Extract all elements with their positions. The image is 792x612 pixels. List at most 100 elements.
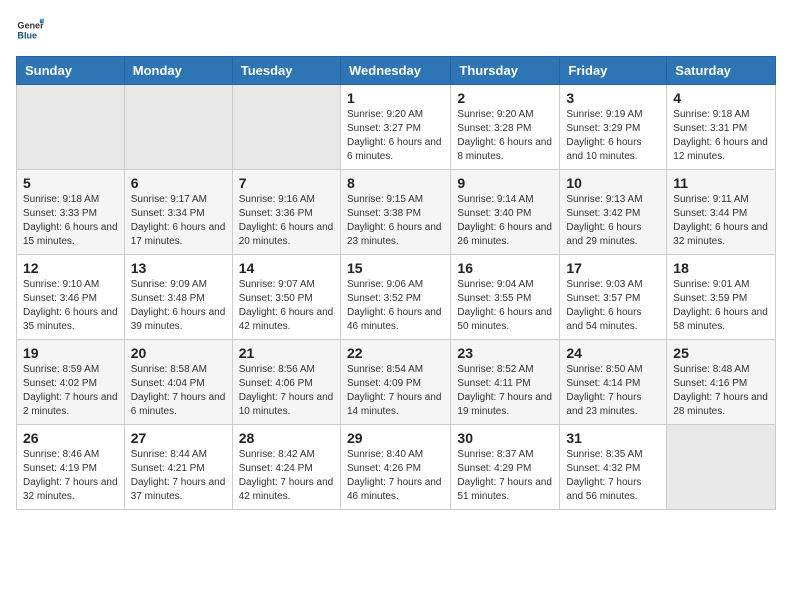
day-info: Sunrise: 9:10 AM Sunset: 3:46 PM Dayligh… — [23, 278, 118, 334]
day-info: Sunrise: 9:18 AM Sunset: 3:31 PM Dayligh… — [673, 108, 769, 164]
day-info: Sunrise: 9:06 AM Sunset: 3:52 PM Dayligh… — [347, 278, 444, 334]
day-info: Sunrise: 9:15 AM Sunset: 3:38 PM Dayligh… — [347, 193, 444, 249]
day-cell: 14 Sunrise: 9:07 AM Sunset: 3:50 PM Dayli… — [232, 255, 340, 340]
day-info: Sunrise: 8:37 AM Sunset: 4:29 PM Dayligh… — [457, 448, 553, 504]
day-info: Sunrise: 9:01 AM Sunset: 3:59 PM Dayligh… — [673, 278, 769, 334]
day-info: Sunrise: 9:11 AM Sunset: 3:44 PM Dayligh… — [673, 193, 769, 249]
day-number: 15 — [347, 260, 444, 276]
day-cell: 1 Sunrise: 9:20 AM Sunset: 3:27 PM Daylig… — [340, 85, 450, 170]
header-saturday: Saturday — [667, 57, 776, 85]
day-info: Sunrise: 9:18 AM Sunset: 3:33 PM Dayligh… — [23, 193, 118, 249]
day-cell: 22 Sunrise: 8:54 AM Sunset: 4:09 PM Dayli… — [340, 340, 450, 425]
day-cell: 10Sunrise: 9:13 AM Sunset: 3:42 PM Dayli… — [560, 170, 667, 255]
day-cell: 20 Sunrise: 8:58 AM Sunset: 4:04 PM Dayli… — [124, 340, 232, 425]
day-cell: 30 Sunrise: 8:37 AM Sunset: 4:29 PM Dayli… — [451, 425, 560, 510]
logo-icon: General Blue — [16, 16, 44, 44]
day-cell: 11Sunrise: 9:11 AM Sunset: 3:44 PM Dayli… — [667, 170, 776, 255]
day-number: 22 — [347, 345, 444, 361]
header-wednesday: Wednesday — [340, 57, 450, 85]
day-cell: 7 Sunrise: 9:16 AM Sunset: 3:36 PM Daylig… — [232, 170, 340, 255]
day-number: 5 — [23, 175, 118, 191]
header-monday: Monday — [124, 57, 232, 85]
day-number: 23 — [457, 345, 553, 361]
day-cell: 18 Sunrise: 9:01 AM Sunset: 3:59 PM Dayli… — [667, 255, 776, 340]
day-number: 25 — [673, 345, 769, 361]
day-info: Sunrise: 9:20 AM Sunset: 3:28 PM Dayligh… — [457, 108, 553, 164]
day-number: 3 — [566, 90, 660, 106]
day-number: 20 — [131, 345, 226, 361]
day-cell: 6 Sunrise: 9:17 AM Sunset: 3:34 PM Daylig… — [124, 170, 232, 255]
day-number: 16 — [457, 260, 553, 276]
day-info: Sunrise: 8:35 AM Sunset: 4:32 PM Dayligh… — [566, 448, 660, 504]
day-info: Sunrise: 8:42 AM Sunset: 4:24 PM Dayligh… — [239, 448, 334, 504]
day-number: 18 — [673, 260, 769, 276]
day-number: 24 — [566, 345, 660, 361]
day-cell: 16 Sunrise: 9:04 AM Sunset: 3:55 PM Dayli… — [451, 255, 560, 340]
day-info: Sunrise: 8:44 AM Sunset: 4:21 PM Dayligh… — [131, 448, 226, 504]
day-number: 7 — [239, 175, 334, 191]
day-cell: 19 Sunrise: 8:59 AM Sunset: 4:02 PM Dayli… — [17, 340, 125, 425]
day-cell: 21Sunrise: 8:56 AM Sunset: 4:06 PM Dayli… — [232, 340, 340, 425]
calendar-header-row: SundayMondayTuesdayWednesdayThursdayFrid… — [17, 57, 776, 85]
day-number: 1 — [347, 90, 444, 106]
day-cell: 2 Sunrise: 9:20 AM Sunset: 3:28 PM Daylig… — [451, 85, 560, 170]
day-info: Sunrise: 9:14 AM Sunset: 3:40 PM Dayligh… — [457, 193, 553, 249]
day-cell — [124, 85, 232, 170]
day-number: 14 — [239, 260, 334, 276]
day-number: 30 — [457, 430, 553, 446]
week-row-3: 12Sunrise: 9:10 AM Sunset: 3:46 PM Dayli… — [17, 255, 776, 340]
day-info: Sunrise: 8:54 AM Sunset: 4:09 PM Dayligh… — [347, 363, 444, 419]
day-cell: 15 Sunrise: 9:06 AM Sunset: 3:52 PM Dayli… — [340, 255, 450, 340]
day-info: Sunrise: 8:58 AM Sunset: 4:04 PM Dayligh… — [131, 363, 226, 419]
day-info: Sunrise: 8:52 AM Sunset: 4:11 PM Dayligh… — [457, 363, 553, 419]
day-cell: 25 Sunrise: 8:48 AM Sunset: 4:16 PM Dayli… — [667, 340, 776, 425]
day-cell: 4Sunrise: 9:18 AM Sunset: 3:31 PM Daylig… — [667, 85, 776, 170]
day-cell: 8 Sunrise: 9:15 AM Sunset: 3:38 PM Daylig… — [340, 170, 450, 255]
day-number: 6 — [131, 175, 226, 191]
logo: General Blue — [16, 16, 44, 44]
day-info: Sunrise: 8:59 AM Sunset: 4:02 PM Dayligh… — [23, 363, 118, 419]
header-friday: Friday — [560, 57, 667, 85]
day-cell — [232, 85, 340, 170]
page-header: General Blue — [16, 16, 776, 44]
day-cell: 23 Sunrise: 8:52 AM Sunset: 4:11 PM Dayli… — [451, 340, 560, 425]
week-row-1: 1 Sunrise: 9:20 AM Sunset: 3:27 PM Daylig… — [17, 85, 776, 170]
day-cell: 13Sunrise: 9:09 AM Sunset: 3:48 PM Dayli… — [124, 255, 232, 340]
day-info: Sunrise: 9:16 AM Sunset: 3:36 PM Dayligh… — [239, 193, 334, 249]
day-cell: 17Sunrise: 9:03 AM Sunset: 3:57 PM Dayli… — [560, 255, 667, 340]
week-row-2: 5 Sunrise: 9:18 AM Sunset: 3:33 PM Daylig… — [17, 170, 776, 255]
day-number: 10 — [566, 175, 660, 191]
day-info: Sunrise: 8:40 AM Sunset: 4:26 PM Dayligh… — [347, 448, 444, 504]
header-tuesday: Tuesday — [232, 57, 340, 85]
day-cell: 26 Sunrise: 8:46 AM Sunset: 4:19 PM Dayli… — [17, 425, 125, 510]
day-number: 31 — [566, 430, 660, 446]
day-number: 28 — [239, 430, 334, 446]
day-number: 26 — [23, 430, 118, 446]
day-cell: 3 Sunrise: 9:19 AM Sunset: 3:29 PM Daylig… — [560, 85, 667, 170]
day-cell — [17, 85, 125, 170]
day-number: 2 — [457, 90, 553, 106]
day-info: Sunrise: 9:20 AM Sunset: 3:27 PM Dayligh… — [347, 108, 444, 164]
day-number: 29 — [347, 430, 444, 446]
week-row-5: 26 Sunrise: 8:46 AM Sunset: 4:19 PM Dayli… — [17, 425, 776, 510]
day-info: Sunrise: 8:48 AM Sunset: 4:16 PM Dayligh… — [673, 363, 769, 419]
day-info: Sunrise: 9:03 AM Sunset: 3:57 PM Dayligh… — [566, 278, 660, 334]
day-cell: 31 Sunrise: 8:35 AM Sunset: 4:32 PM Dayli… — [560, 425, 667, 510]
day-info: Sunrise: 9:07 AM Sunset: 3:50 PM Dayligh… — [239, 278, 334, 334]
day-info: Sunrise: 9:19 AM Sunset: 3:29 PM Dayligh… — [566, 108, 660, 164]
day-info: Sunrise: 9:17 AM Sunset: 3:34 PM Dayligh… — [131, 193, 226, 249]
day-cell: 28 Sunrise: 8:42 AM Sunset: 4:24 PM Dayli… — [232, 425, 340, 510]
header-thursday: Thursday — [451, 57, 560, 85]
day-cell: 9Sunrise: 9:14 AM Sunset: 3:40 PM Daylig… — [451, 170, 560, 255]
day-number: 27 — [131, 430, 226, 446]
day-number: 13 — [131, 260, 226, 276]
day-cell: 5 Sunrise: 9:18 AM Sunset: 3:33 PM Daylig… — [17, 170, 125, 255]
day-info: Sunrise: 8:56 AM Sunset: 4:06 PM Dayligh… — [239, 363, 334, 419]
day-info: Sunrise: 9:04 AM Sunset: 3:55 PM Dayligh… — [457, 278, 553, 334]
calendar-table: SundayMondayTuesdayWednesdayThursdayFrid… — [16, 56, 776, 510]
day-number: 8 — [347, 175, 444, 191]
day-number: 19 — [23, 345, 118, 361]
day-info: Sunrise: 8:46 AM Sunset: 4:19 PM Dayligh… — [23, 448, 118, 504]
day-cell — [667, 425, 776, 510]
week-row-4: 19 Sunrise: 8:59 AM Sunset: 4:02 PM Dayli… — [17, 340, 776, 425]
